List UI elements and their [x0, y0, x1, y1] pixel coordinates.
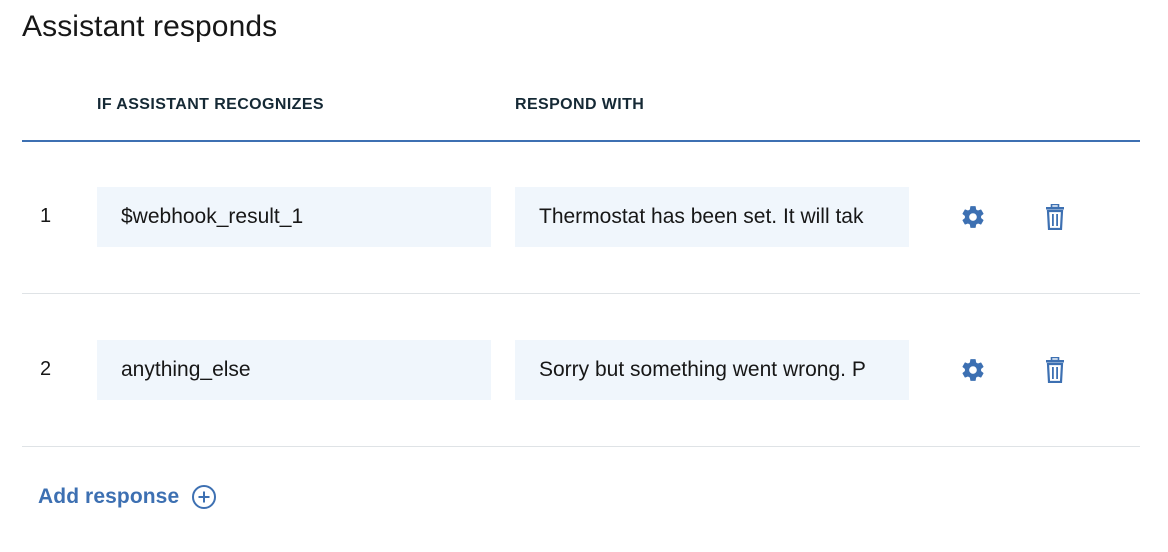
table-row: 1 $webhook_result_1 Thermostat has been …	[22, 141, 1140, 294]
column-header-response: RESPOND WITH	[515, 96, 645, 113]
delete-button[interactable]	[1039, 201, 1071, 233]
response-input[interactable]: Thermostat has been set. It will tak	[515, 187, 909, 247]
add-response-button[interactable]: Add response	[38, 484, 217, 510]
column-header-condition: IF ASSISTANT RECOGNIZES	[97, 96, 324, 113]
add-response-label: Add response	[38, 485, 180, 508]
section-title: Assistant responds	[22, 10, 278, 43]
row-number: 1	[40, 205, 52, 227]
delete-button[interactable]	[1039, 354, 1071, 386]
gear-icon	[962, 359, 984, 381]
settings-button[interactable]	[957, 201, 989, 233]
plus-circle-icon	[191, 484, 217, 510]
table-row: 2 anything_else Sorry but something went…	[22, 294, 1140, 447]
table-header: IF ASSISTANT RECOGNIZES RESPOND WITH	[22, 70, 1140, 142]
response-input[interactable]: Sorry but something went wrong. P	[515, 340, 909, 400]
trash-icon	[1046, 357, 1064, 383]
condition-input[interactable]: anything_else	[97, 340, 491, 400]
settings-button[interactable]	[957, 354, 989, 386]
condition-input[interactable]: $webhook_result_1	[97, 187, 491, 247]
row-number: 2	[40, 358, 52, 380]
trash-icon	[1046, 204, 1064, 230]
gear-icon	[962, 206, 984, 228]
